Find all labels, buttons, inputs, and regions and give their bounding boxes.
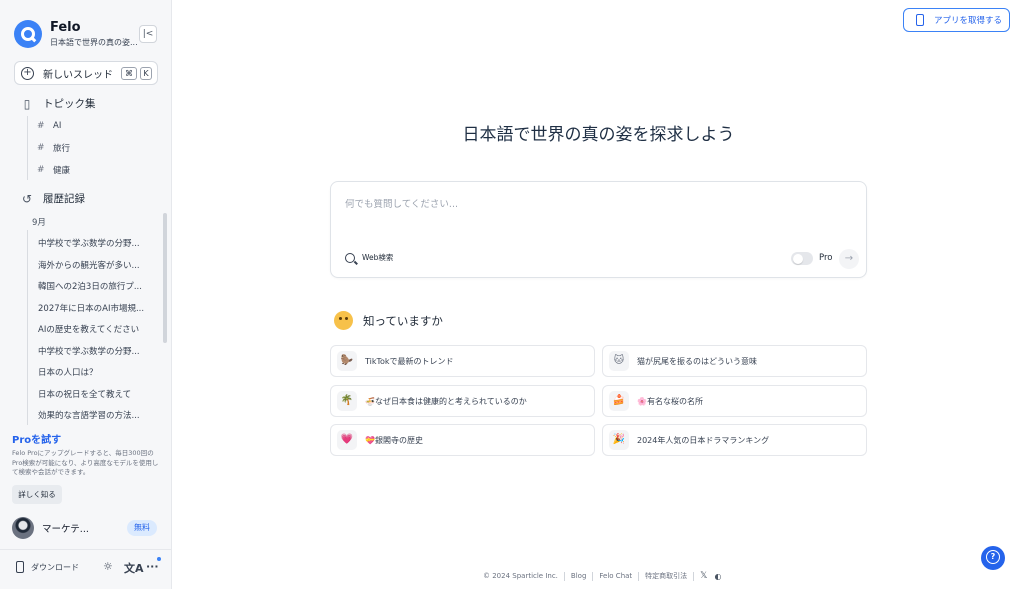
history-item[interactable]: 中学校で学ぶ数学の分野... [38, 345, 140, 357]
search-box: Web検索 Pro → [330, 181, 867, 278]
get-app-button[interactable]: アプリを取得する [903, 8, 1010, 32]
phone-icon [16, 561, 24, 573]
sidebar-item-topic-health[interactable]: # 健康 [37, 164, 70, 176]
sidebar-item-topic-ai[interactable]: # AI [37, 121, 61, 131]
suggestion-label: 💝銀閣寺の歴史 [365, 435, 423, 445]
pro-title: Proを試す [12, 435, 62, 446]
shortcut-k-key: K [140, 67, 152, 80]
topic-label: AI [53, 121, 62, 131]
history-item[interactable]: 韓国への2泊3日の旅行プ... [38, 280, 142, 292]
suggestion-label: 猫が尻尾を振るのはどういう意味 [637, 356, 757, 366]
send-arrow-icon[interactable]: → [839, 249, 859, 269]
user-profile[interactable]: マーケテ... [12, 517, 89, 539]
topic-label: 旅行 [53, 144, 71, 154]
collapse-sidebar-button[interactable]: |< [139, 25, 157, 43]
history-item[interactable]: AIの歴史を教えてください [38, 323, 139, 335]
topics-divider [27, 116, 28, 180]
footer-link-legal[interactable]: 特定商取引法 [645, 571, 687, 581]
history-item[interactable]: 海外からの観光客が多い... [38, 259, 140, 271]
notification-dot [157, 557, 161, 561]
suggestion-card[interactable]: 🌴 🍜なぜ日本食は健康的と考えられているのか [330, 385, 595, 417]
history-header-label: 履歴記録 [43, 193, 85, 205]
pro-toggle[interactable] [791, 252, 813, 265]
copyright: © 2024 Sparticle Inc. [483, 572, 558, 580]
phone-icon [916, 14, 924, 26]
topics-header[interactable]: ▯ トピック集 [20, 96, 96, 111]
did-you-know-label: 知っていますか [363, 313, 443, 328]
suggestion-emoji-icon: 🍰 [609, 391, 629, 411]
download-label: ダウンロード [31, 562, 79, 572]
footer: © 2024 Sparticle Inc. Blog Felo Chat 特定商… [483, 571, 721, 581]
history-header[interactable]: ↺ 履歴記録 [20, 191, 85, 206]
suggestion-emoji-icon: 🦫 [337, 351, 357, 371]
plus-circle-icon: + [21, 66, 34, 80]
suggestion-emoji-icon: 🐱 [609, 351, 629, 371]
felo-logo-icon [14, 20, 42, 48]
did-you-know-header: 知っていますか [334, 311, 443, 330]
sidebar-bottom-bar: ダウンロード ☼ 文A ··· [0, 549, 172, 589]
page-title: 日本語で世界の真の姿を探求しよう [462, 125, 735, 145]
web-search-label: Web検索 [362, 253, 394, 262]
pro-description: Felo Proにアップグレードすると、毎日300回のPro検索が可能になり、よ… [12, 449, 159, 476]
web-search-button[interactable]: Web検索 [345, 252, 393, 263]
brand-tagline: 日本語で世界の真の姿... [50, 38, 138, 47]
history-item[interactable]: 2027年に日本のAI市場規... [38, 302, 144, 314]
hash-icon: # [37, 143, 45, 153]
history-item[interactable]: 日本の人口は？ [38, 366, 98, 378]
suggestion-card[interactable]: 🦫 TikTokで最新のトレンド [330, 345, 595, 377]
history-item[interactable]: 中学校で学ぶ数学の分野... [38, 237, 140, 249]
more-menu-icon[interactable]: ··· [146, 560, 159, 573]
new-thread-label: 新しいスレッド [43, 69, 113, 81]
user-name: マーケテ... [42, 524, 89, 535]
history-item[interactable]: 効果的な言語学習の方法... [38, 409, 140, 421]
brand[interactable]: Felo 日本語で世界の真の姿... [14, 20, 138, 48]
x-social-icon[interactable]: 𝕏 [700, 571, 707, 581]
history-divider [27, 230, 28, 425]
theme-sun-icon[interactable]: ☼ [103, 560, 113, 573]
sidebar-item-topic-travel[interactable]: # 旅行 [37, 142, 70, 154]
suggestion-card[interactable]: 💗 💝銀閣寺の歴史 [330, 424, 595, 456]
help-button[interactable]: ? [981, 546, 1005, 570]
hash-icon: # [37, 121, 45, 131]
plan-badge: 無料 [127, 520, 157, 536]
shortcut-cmd-key: ⌘ [121, 67, 137, 80]
suggestion-emoji-icon: 💗 [337, 430, 357, 450]
avatar [12, 517, 34, 539]
get-app-label: アプリを取得する [934, 16, 1003, 26]
suggestion-card[interactable]: 🍰 🌸有名な桜の名所 [602, 385, 867, 417]
suggestion-label: 🍜なぜ日本食は健康的と考えられているのか [365, 396, 527, 406]
download-button[interactable]: ダウンロード [16, 561, 79, 573]
search-input[interactable] [345, 199, 845, 210]
suggestion-label: TikTokで最新のトレンド [365, 356, 454, 366]
suggestion-label: 2024年人気の日本ドラマランキング [637, 435, 770, 445]
bookmark-icon: ▯ [23, 96, 31, 111]
search-icon [345, 252, 355, 263]
discord-icon[interactable]: ◐ [714, 572, 721, 581]
suggestion-card[interactable]: 🐱 猫が尻尾を振るのはどういう意味 [602, 345, 867, 377]
suggestion-label: 🌸有名な桜の名所 [637, 396, 703, 406]
learn-more-button[interactable]: 詳しく知る [12, 485, 62, 504]
sidebar: Felo 日本語で世界の真の姿... |< + 新しいスレッド ⌘ K ▯ トピ… [0, 0, 172, 589]
footer-link-blog[interactable]: Blog [571, 572, 586, 580]
brand-name: Felo [50, 20, 81, 35]
suggestion-card[interactable]: 🎉 2024年人気の日本ドラマランキング [602, 424, 867, 456]
topic-label: 健康 [53, 166, 71, 176]
collapse-left-icon: |< [142, 29, 154, 39]
pro-toggle-label: Pro [819, 253, 833, 263]
topics-header-label: トピック集 [43, 98, 96, 110]
suggestion-emoji-icon: 🎉 [609, 430, 629, 450]
history-month: 9月 [32, 218, 46, 228]
thinking-face-icon [334, 311, 353, 330]
footer-link-felo-chat[interactable]: Felo Chat [599, 572, 632, 580]
hash-icon: # [37, 165, 45, 175]
suggestion-emoji-icon: 🌴 [337, 391, 357, 411]
history-scrollbar[interactable] [163, 213, 167, 343]
new-thread-button[interactable]: + 新しいスレッド ⌘ K [14, 61, 158, 85]
history-item[interactable]: 日本の祝日を全て教えて [38, 388, 131, 400]
language-icon[interactable]: 文A [124, 560, 144, 576]
history-clock-icon: ↺ [21, 191, 33, 206]
question-icon: ? [986, 550, 1000, 564]
